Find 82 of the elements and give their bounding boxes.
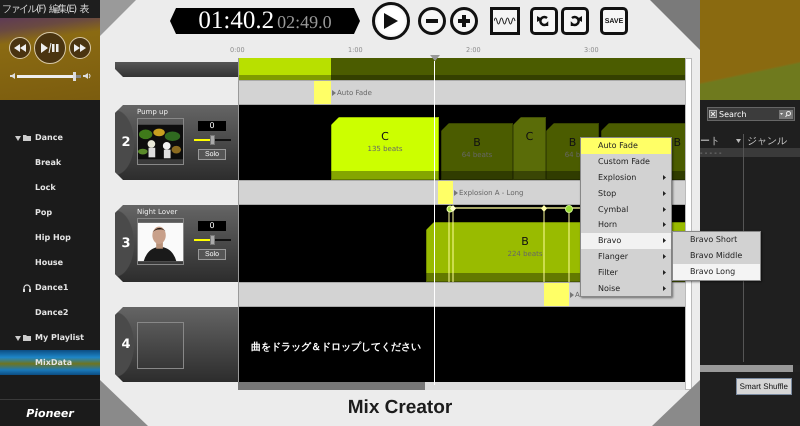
speaker-icon: [82, 73, 90, 79]
play-icon: [383, 12, 399, 30]
caret-icon[interactable]: [15, 134, 21, 140]
library-item[interactable]: Break: [0, 150, 100, 175]
waveform-button[interactable]: [490, 7, 520, 35]
track-number: 3: [121, 236, 131, 251]
search-icon[interactable]: [779, 110, 793, 118]
clip-name: B: [568, 137, 576, 149]
brand-logo: Pioneer: [26, 406, 74, 420]
menu-item[interactable]: 編集(E): [49, 2, 76, 16]
library-item[interactable]: Dance: [0, 125, 100, 150]
library-item[interactable]: House: [0, 250, 100, 275]
track-number: 2: [121, 135, 131, 150]
menu-item[interactable]: ファイル(F): [2, 2, 46, 16]
caret-icon[interactable]: [15, 334, 21, 340]
clear-icon[interactable]: [709, 110, 717, 118]
elapsed-time: 01:40.2: [198, 8, 274, 34]
menu-item[interactable]: Noise: [581, 280, 671, 296]
total-time: 02:49.0: [277, 11, 332, 34]
track-number: 4: [121, 337, 131, 352]
clip-name: B: [673, 137, 681, 149]
library-item[interactable]: Lock: [0, 175, 100, 200]
zoom-in-button[interactable]: [450, 7, 478, 35]
clip-block[interactable]: [331, 58, 685, 80]
column-header[interactable]: ジャンル: [747, 134, 787, 148]
menu-item[interactable]: Filter: [581, 264, 671, 280]
library-item[interactable]: Pop: [0, 200, 100, 225]
clip-name: B: [521, 236, 529, 248]
triangle-icon: [454, 190, 458, 196]
play-button[interactable]: [372, 2, 410, 40]
corner-bevel: [100, 380, 148, 426]
plus-icon: [458, 15, 470, 27]
rewind-button[interactable]: [9, 37, 31, 59]
horizontal-scrollbar[interactable]: [700, 365, 800, 372]
clip-block[interactable]: [239, 58, 331, 80]
library-item[interactable]: Hip Hop: [0, 225, 100, 250]
thumbnail-frame: [137, 322, 184, 369]
play-pause-button[interactable]: [34, 32, 66, 64]
playhead[interactable]: [429, 55, 440, 385]
column-header[interactable]: ート: [700, 134, 720, 148]
menu-item[interactable]: Bravo: [581, 232, 671, 249]
library-item[interactable]: My Playlist: [0, 325, 100, 350]
rewind-icon: [14, 44, 26, 52]
fast-forward-icon: [74, 44, 86, 52]
volume-value: 0: [198, 221, 226, 231]
window-title: Mix Creator: [348, 397, 452, 419]
menu-item[interactable]: 表: [80, 2, 88, 16]
undo-button[interactable]: [530, 7, 558, 35]
library-item[interactable]: Dance2: [0, 300, 100, 325]
waveform-icon: [494, 15, 516, 27]
clip-name: B: [473, 137, 481, 149]
speaker-icon: [10, 73, 14, 79]
triangle-icon: [570, 292, 574, 298]
menu-item[interactable]: Flanger: [581, 248, 671, 264]
clip-name: C: [526, 131, 534, 143]
smart-shuffle-button[interactable]: Smart Shuffle: [736, 378, 792, 395]
redo-button[interactable]: [561, 7, 589, 35]
minus-icon: [426, 19, 438, 23]
play-pause-icon: [41, 43, 59, 53]
menu-item[interactable]: Stop: [581, 185, 671, 202]
drop-hint: 曲をドラッグ＆ドロップしてください: [251, 340, 421, 354]
zoom-out-button[interactable]: [418, 7, 446, 35]
headphones-icon: [23, 284, 31, 292]
folder-icon: [23, 134, 31, 140]
fade-envelope-drawing[interactable]: [444, 205, 580, 282]
horizontal-scrollbar[interactable]: [238, 382, 685, 390]
folder-icon: [23, 334, 31, 340]
transition-marker[interactable]: [314, 81, 331, 104]
library-item[interactable]: Dance1: [0, 275, 100, 300]
menu-item[interactable]: Auto Fade: [581, 138, 671, 154]
menu-item[interactable]: Bravo Long: [673, 264, 760, 280]
fast-forward-button[interactable]: [69, 37, 91, 59]
clip-name: C: [381, 131, 389, 143]
triangle-icon: [332, 90, 336, 96]
caret-icon[interactable]: [736, 139, 741, 143]
transition-marker[interactable]: [438, 181, 453, 204]
library-item[interactable]: MixData: [0, 350, 100, 375]
search-field[interactable]: Search: [707, 107, 795, 121]
volume-value: 0: [198, 121, 226, 131]
transition-marker[interactable]: [544, 283, 569, 306]
search-input[interactable]: Search: [719, 110, 777, 118]
menu-item[interactable]: Cymbal: [581, 201, 671, 217]
